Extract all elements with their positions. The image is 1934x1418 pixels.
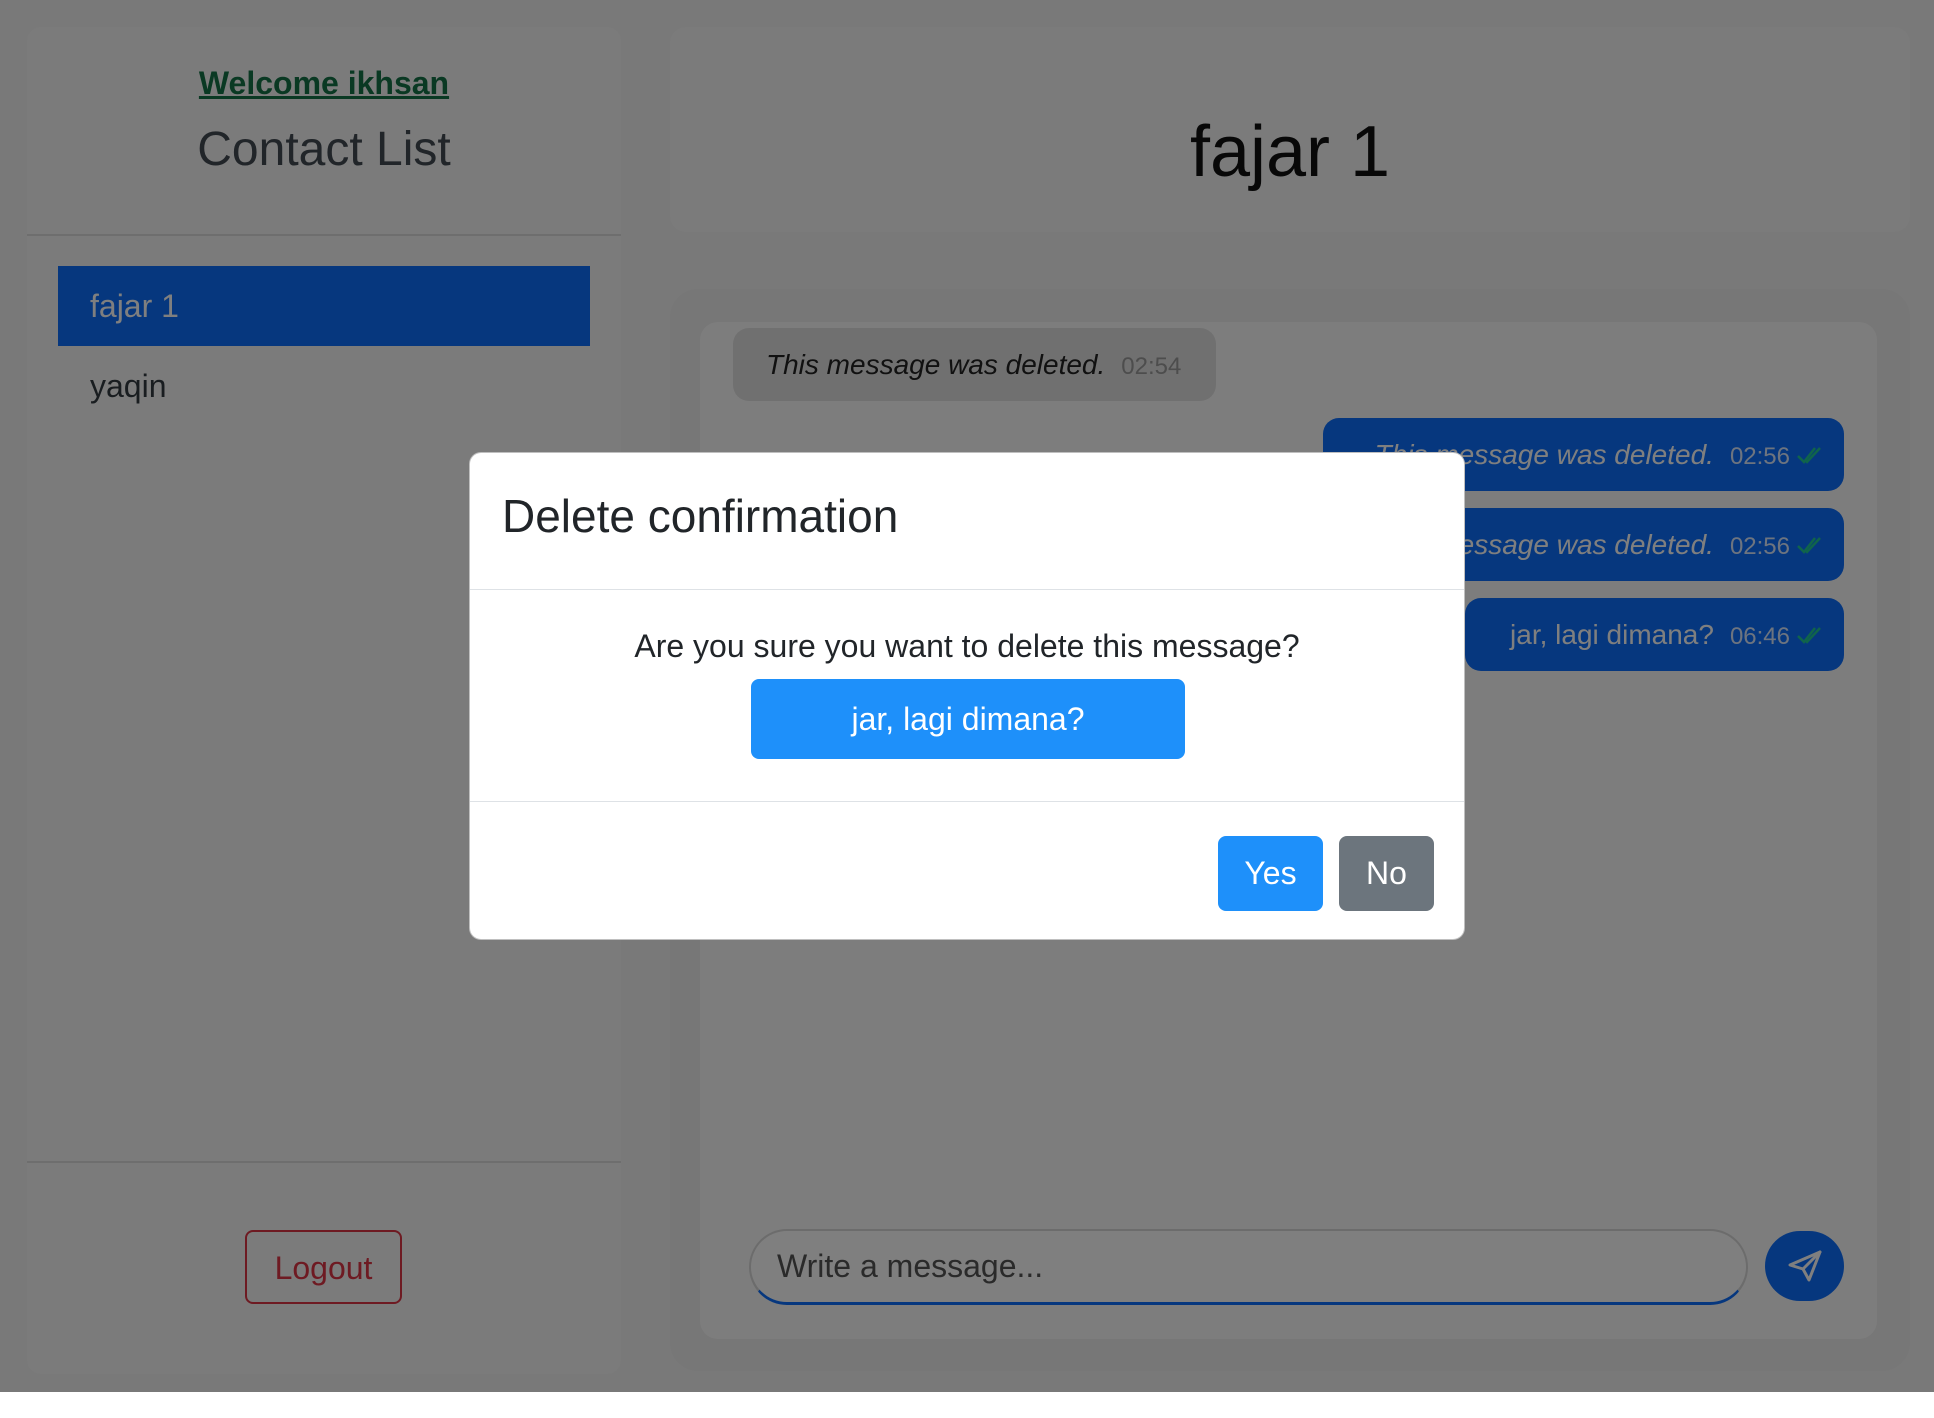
yes-button[interactable]: Yes bbox=[1218, 836, 1323, 911]
quoted-message: jar, lagi dimana? bbox=[751, 679, 1185, 759]
modal-title: Delete confirmation bbox=[502, 490, 899, 542]
delete-confirmation-modal: Delete confirmation Are you sure you wan… bbox=[469, 452, 1465, 940]
modal-question: Are you sure you want to delete this mes… bbox=[634, 628, 1300, 664]
modal-header: Delete confirmation bbox=[470, 453, 1464, 590]
no-button[interactable]: No bbox=[1339, 836, 1434, 911]
modal-body: Are you sure you want to delete this mes… bbox=[470, 590, 1464, 802]
chat-app: Welcome ikhsan Contact List fajar 1 yaqi… bbox=[0, 0, 1934, 1392]
